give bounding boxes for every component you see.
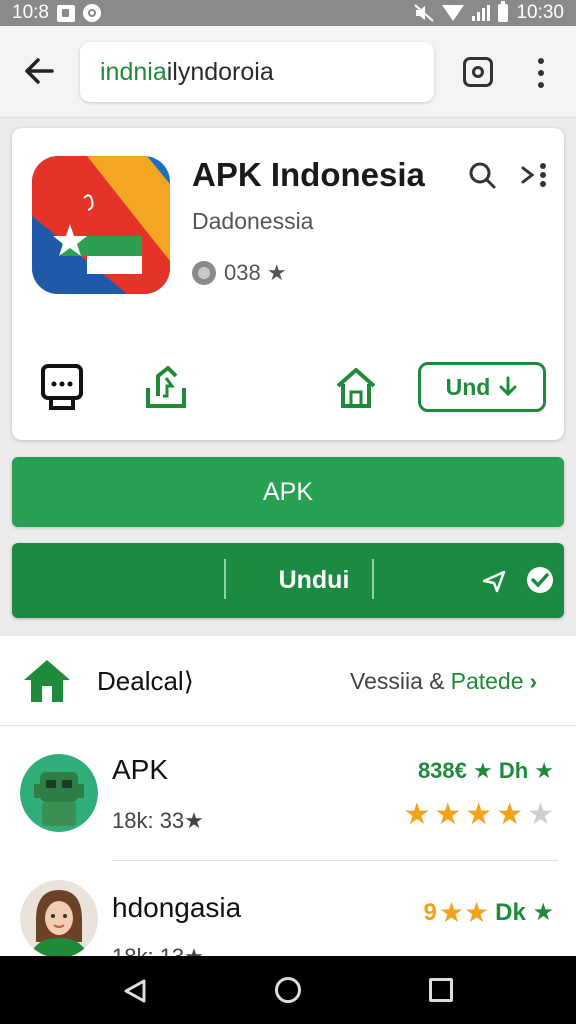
related-apps-section: Dealcal⟩ Vessiia & Patede › APK 18k: 33★… — [0, 636, 576, 969]
apk-button-label: APK — [262, 477, 314, 506]
system-nav-bar — [0, 956, 576, 1024]
list-item[interactable]: APK 18k: 33★ 838€ ★ Dh ★ ★ ★ ★ ★ ★ — [0, 728, 576, 860]
download-button[interactable]: Undui — [227, 543, 401, 618]
section-link-accent: Patede — [450, 668, 524, 694]
app-logo — [32, 156, 170, 294]
device-icon[interactable] — [40, 362, 84, 412]
download-chip-button[interactable]: Und — [418, 362, 546, 412]
back-arrow-icon[interactable] — [22, 54, 56, 88]
status-time-left: 10:8 — [12, 2, 49, 23]
item-count: 9 ★ ★ Dk ★ — [424, 896, 554, 929]
download-button-label: Undui — [278, 566, 350, 594]
app-bar: indnia ilyndoroia — [0, 26, 576, 118]
address-bar-input[interactable]: indnia ilyndoroia — [80, 42, 434, 102]
app-title: APK Indonesia — [192, 156, 425, 193]
app-subtitle: Dadonessia — [192, 208, 314, 234]
tabs-icon[interactable] — [463, 57, 493, 87]
install-icon[interactable] — [144, 362, 188, 412]
star-icon: ★ — [403, 798, 431, 831]
item-name: hdongasia — [112, 892, 242, 923]
section-link-text: Vessiia & — [350, 668, 445, 694]
divider — [372, 559, 374, 599]
app-rating: 038 ★ — [192, 260, 287, 286]
status-bar: 10:8 10:30 — [0, 0, 576, 26]
user-avatar — [20, 880, 98, 958]
home-icon[interactable] — [334, 362, 378, 412]
address-text-accent: indnia — [100, 57, 167, 86]
star-icon: ★ — [527, 798, 554, 831]
battery-icon — [498, 1, 509, 22]
status-left: 10:8 — [12, 2, 101, 24]
card-actions: Und — [12, 356, 564, 420]
gallery-notification-icon — [56, 4, 75, 22]
item-meta: 18k: 33★ — [112, 808, 204, 833]
robot-avatar — [20, 754, 98, 832]
section-header: Dealcal⟩ Vessiia & Patede › — [0, 636, 576, 726]
section-title: Dealcal⟩ — [97, 666, 194, 696]
mute-icon — [414, 4, 435, 22]
app-details-card: APK Indonesia Dadonessia 038 ★ Und — [12, 128, 564, 440]
nav-back-icon[interactable] — [122, 978, 148, 1004]
item-count-suffix: Dk ★ — [495, 899, 554, 926]
download-chip-label: Und — [445, 373, 491, 400]
chevron-right-icon: › — [529, 668, 538, 694]
star-icon: ★ — [434, 798, 462, 831]
apk-button[interactable]: APK — [12, 457, 564, 527]
verified-check-icon[interactable] — [525, 565, 555, 595]
status-time-right: 10:30 — [516, 2, 564, 23]
list-divider — [112, 860, 558, 861]
star-icon: ★ — [464, 897, 490, 928]
item-count: 838€ ★ Dh ★ — [417, 758, 554, 783]
sync-notification-icon — [82, 4, 101, 22]
divider — [224, 559, 226, 599]
star-rating: ★ ★ ★ ★ ★ — [403, 800, 554, 830]
star-icon: ★ — [465, 798, 493, 831]
status-right: 10:30 — [414, 1, 564, 24]
wifi-icon — [442, 5, 465, 21]
star-icon: ★ — [438, 897, 465, 928]
signal-icon — [472, 5, 491, 21]
nav-home-icon[interactable] — [275, 977, 301, 1003]
home-filled-icon — [24, 660, 70, 702]
share-icon[interactable] — [519, 160, 549, 190]
nav-recents-icon[interactable] — [429, 978, 453, 1002]
star-icon: ★ — [496, 798, 524, 831]
more-vert-icon[interactable] — [536, 58, 546, 88]
item-name: APK — [112, 754, 169, 785]
download-bar: Undui — [12, 543, 564, 618]
section-see-more-link[interactable]: Vessiia & Patede › — [350, 668, 537, 695]
send-icon[interactable] — [480, 567, 508, 595]
download-arrow-icon — [499, 376, 517, 397]
rating-text: 038 ★ — [224, 260, 287, 285]
search-icon[interactable] — [467, 160, 497, 190]
item-count-prefix: 9 — [423, 898, 437, 926]
address-text-rest: ilyndoroia — [166, 57, 274, 86]
star-rating: ★ ★ — [439, 896, 489, 929]
rating-badge-icon — [192, 261, 216, 285]
